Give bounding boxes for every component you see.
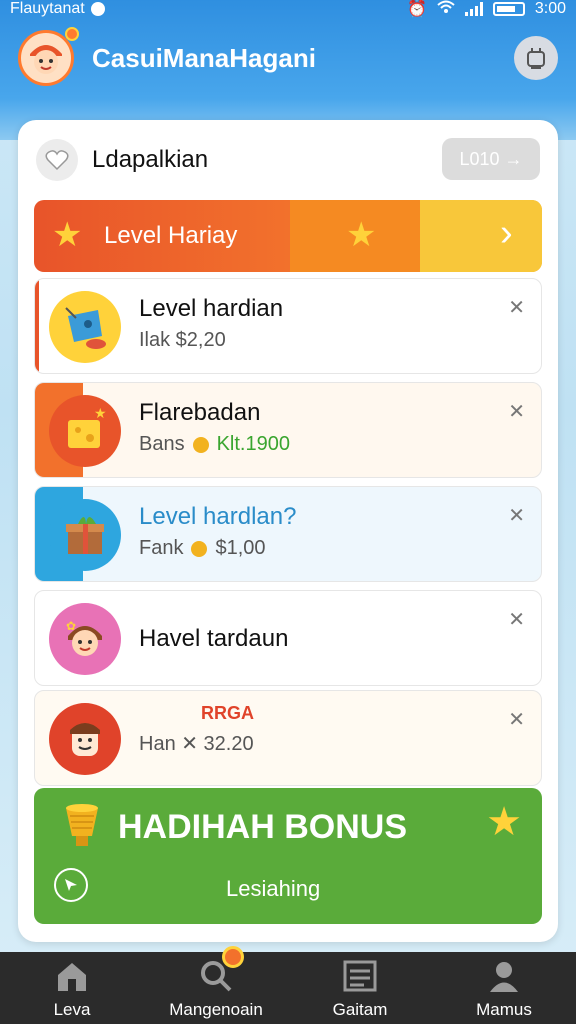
item-title: Flarebadan [139,399,261,426]
app-header: CasuiManaHagani [0,22,576,94]
svg-text:★: ★ [94,405,107,421]
item-title: Level hardian [139,295,284,322]
heart-icon [45,150,69,171]
girl-avatar-icon: ✿ [49,603,121,675]
level-banner-label: Level Hariay [104,222,238,249]
svg-text:✿: ✿ [66,619,76,633]
nav-item-profile[interactable]: Mamus [432,952,576,1024]
chevron-right-icon[interactable]: › [500,212,513,255]
item-subtitle: Ilak $2,20 [139,329,226,351]
coin-icon [192,436,209,453]
item-subtitle-prefix: Bans [139,433,185,455]
bottom-nav: Leva Mangenoain Gaitam Mamus [0,946,576,1024]
alarm-icon: ⏰ [406,1,427,18]
list-item[interactable]: Level hardlan? Fank $1,00 ✕ [34,486,542,582]
close-icon[interactable]: ✕ [508,707,525,732]
star-icon: ★ [486,800,522,844]
card-title: Ldapalkian [92,146,209,173]
item-subtitle-value: Klt.1900 [216,433,290,455]
battery-icon [492,2,525,16]
app-avatar-icon[interactable] [18,27,79,86]
star-icon: ★ [346,216,377,254]
grid-icon [340,956,380,996]
item-title: Level hardlan? [139,503,297,530]
item-subtitle: Fank $1,00 [139,537,266,560]
gift-cheese-icon: ★ [49,395,121,467]
signal-icon [464,2,483,16]
notification-icon [90,2,105,16]
carrier-label: Flauytanat [10,0,85,17]
boy-avatar-icon [49,703,121,775]
close-icon[interactable]: ✕ [508,295,525,320]
app-title: CasuiManaHagani [92,42,316,73]
list-item[interactable]: RRGA Han ✕ 32.20 ✕ [34,690,542,786]
notification-badge [222,946,244,968]
close-icon[interactable]: ✕ [508,607,525,632]
item-subtitle-value: $1,00 [215,537,266,559]
nav-item-home[interactable]: Leva [0,952,144,1024]
main-card: Ldapalkian L010 → ★ Level Hariay ★ › Lev… [18,120,558,942]
list-item[interactable]: ✿ Havel tardaun ✕ [34,590,542,686]
card-header: Ldapalkian L010 → [36,138,540,182]
list-item[interactable]: Level hardian Ilak $2,20 ✕ [34,278,542,374]
favorite-button[interactable] [36,139,78,181]
bonus-title: HADIHAH BONUS [118,808,407,846]
item-subtitle-prefix: Fank [139,537,184,559]
bonus-panel[interactable]: HADIHAH BONUS ★ Lesiahing [34,788,542,924]
robot-icon [527,48,545,69]
nav-item-grid[interactable]: Gaitam [288,952,432,1024]
item-subtitle: Bans Klt.1900 [139,433,290,456]
clock-time: 3:00 [534,0,566,17]
item-subtitle: Han ✕ 32.20 [139,733,254,755]
nav-item-search[interactable]: Mangenoain [144,946,288,1024]
profile-icon [484,956,524,996]
level-banner[interactable]: ★ Level Hariay ★ › [34,200,542,272]
home-icon [52,956,92,996]
toy-bucket-icon [49,291,121,363]
present-box-icon [49,499,121,571]
banner-segment [420,200,542,272]
status-bar: Flauytanat ⏰ 3:00 [0,0,576,18]
item-title: Havel tardaun [139,625,289,652]
nav-label: Mamus [476,1000,532,1019]
close-icon[interactable]: ✕ [508,399,525,424]
wifi-icon [437,0,455,19]
bonus-subtitle: Lesiahing [226,876,321,901]
pointer-icon [65,879,77,891]
list-item[interactable]: ★ Flarebadan Bans Klt.1900 ✕ [34,382,542,478]
trophy-icon [60,802,104,857]
item-badge: RRGA [201,703,254,723]
login-button[interactable]: L010 → [442,138,540,180]
bonus-action-button[interactable] [54,868,88,902]
nav-label: Leva [53,1000,91,1019]
settings-button[interactable] [514,36,558,80]
close-icon[interactable]: ✕ [508,503,525,528]
coin-icon [191,540,208,557]
star-icon: ★ [52,216,83,254]
nav-label: Gaitam [332,1000,388,1019]
item-accent [35,279,39,373]
nav-label: Mangenoain [169,1000,263,1019]
